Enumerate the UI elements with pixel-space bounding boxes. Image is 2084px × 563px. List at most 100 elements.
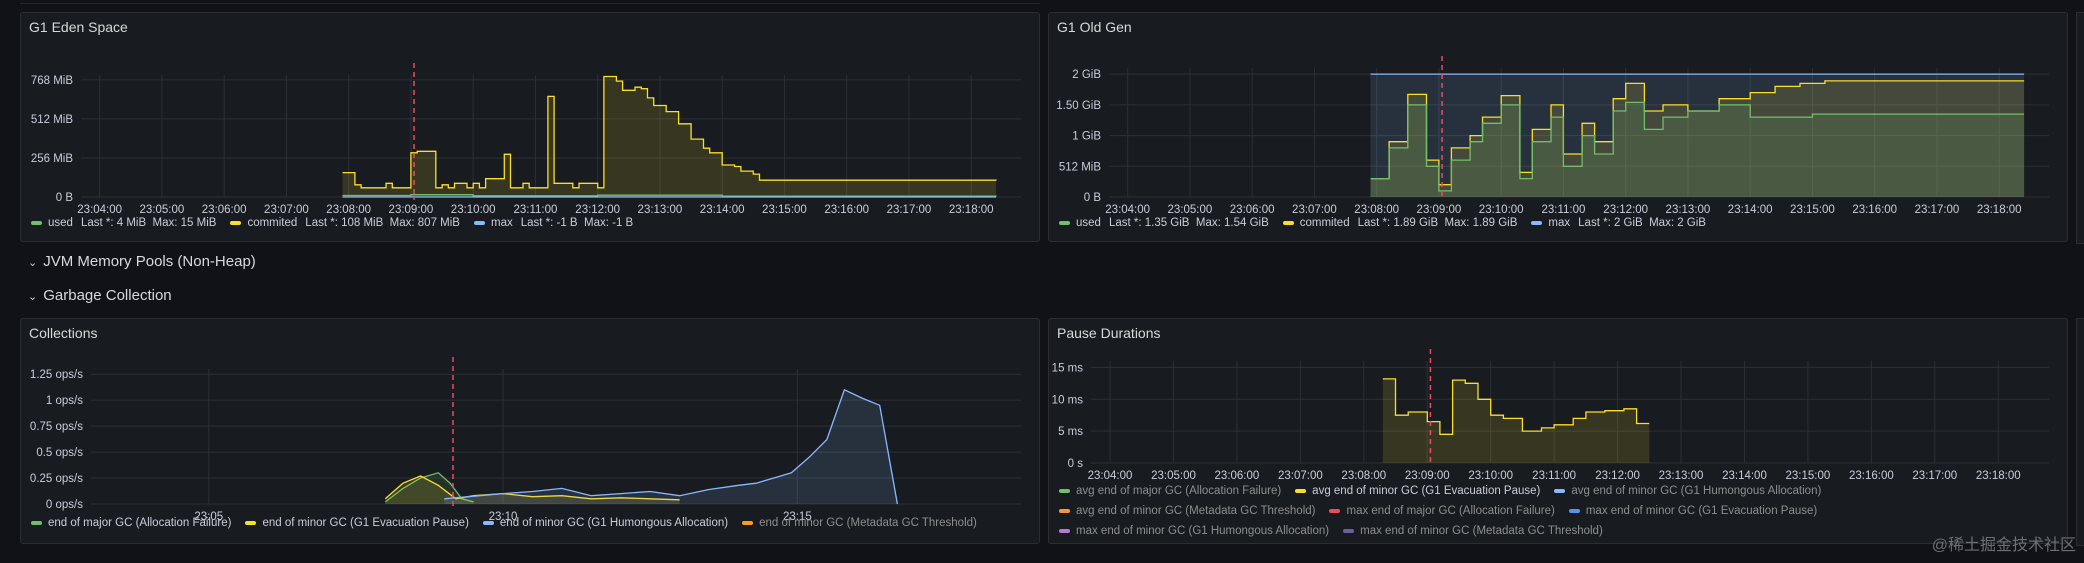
watermark: @稀土掘金技术社区 (1931, 537, 2076, 554)
legend-label: commited (1299, 217, 1350, 229)
x-tick-label: 23:16:00 (1849, 470, 1894, 482)
y-tick-label: 0 s (1068, 458, 1084, 470)
legend-stats: Last *: 108 MiB Max: 807 MiB (305, 217, 460, 229)
legend-label: commited (247, 217, 298, 229)
offscreen-panel-edge (2076, 318, 2084, 546)
legend-swatch (473, 220, 485, 225)
legend-label: max end of minor GC (G1 Evacuation Pause… (1585, 505, 1818, 517)
x-tick-label: 23:14:00 (700, 204, 745, 216)
legend-label: max end of minor GC (G1 Humongous Alloca… (1076, 525, 1330, 537)
row-jvm-memory-pools-non-heap[interactable]: ⌄ JVM Memory Pools (Non-Heap) (28, 253, 256, 270)
legend-item[interactable]: avg end of major GC (Allocation Failure) (1059, 481, 1281, 501)
legend-item[interactable]: end of minor GC (G1 Evacuation Pause) (245, 517, 469, 529)
legend-swatch (1329, 508, 1341, 513)
legend-item[interactable]: max end of minor GC (Metadata GC Thresho… (1343, 521, 1603, 541)
series-area (444, 389, 898, 504)
x-tick-label: 23:09:00 (389, 204, 434, 216)
legend-item[interactable]: max end of minor GC (G1 Humongous Alloca… (1059, 521, 1329, 541)
eden-legend: used Last *: 4 MiB Max: 15 MiB commited Las… (31, 217, 647, 229)
legend-stats: Last *: -1 B Max: -1 B (520, 217, 634, 229)
legend-item[interactable]: end of minor GC (G1 Humongous Allocation… (482, 517, 728, 529)
series-area (1382, 378, 1650, 463)
x-tick-label: 23:06:00 (202, 204, 247, 216)
legend-swatch (1282, 220, 1294, 225)
y-tick-label: 0 B (1084, 192, 1102, 204)
legend-item[interactable]: end of minor GC (Metadata GC Threshold) (742, 517, 977, 529)
legend-label: used (48, 217, 73, 229)
chevron-down-icon: ⌄ (28, 257, 38, 269)
legend-stats: Last *: 2 GiB Max: 2 GiB (1578, 217, 1706, 229)
y-tick-label: 0.5 ops/s (36, 447, 83, 459)
legend-item[interactable]: max end of major GC (Allocation Failure) (1329, 501, 1555, 521)
x-tick-label: 23:11:00 (1541, 204, 1585, 216)
x-tick-label: 23:15:00 (1790, 204, 1835, 216)
legend-swatch (1343, 528, 1355, 533)
legend-stats: Last *: 4 MiB Max: 15 MiB (80, 217, 217, 229)
x-tick-label: 23:18:00 (1976, 470, 2021, 482)
x-tick-label: 23:07:00 (264, 204, 309, 216)
panel-g1-eden-space[interactable]: G1 Eden Space 768 MiB 512 MiB 256 MiB 0 B 23… (20, 12, 1040, 242)
legend-item[interactable]: end of major GC (Allocation Failure) (31, 517, 231, 529)
y-tick-label: 512 MiB (1059, 161, 1102, 173)
legend-swatch (1059, 508, 1070, 513)
legend-item[interactable]: used Last *: 1.35 GiB Max: 1.54 GiB (1059, 217, 1269, 229)
legend-item[interactable]: used Last *: 4 MiB Max: 15 MiB (31, 217, 216, 229)
panel-g1-old-gen[interactable]: G1 Old Gen 2 GiB 1.50 GiB 1 GiB 512 MiB 0 B2… (1048, 12, 2068, 242)
legend-label: max end of minor GC (Metadata GC Thresho… (1360, 525, 1603, 537)
legend-label: avg end of minor GC (G1 Humongous Alloca… (1571, 485, 1822, 497)
x-tick-label: 23:04:00 (77, 204, 122, 216)
panel-pause-durations[interactable]: Pause Durations 15 ms 10 ms 5 ms 0 s 23:04:0… (1048, 318, 2068, 544)
x-tick-label: 23:08:00 (326, 204, 371, 216)
legend-stats: Last *: 1.35 GiB Max: 1.54 GiB (1108, 217, 1269, 229)
legend-swatch (1531, 220, 1543, 225)
panel-collections[interactable]: Collections 1.25 ops/s 1 ops/s 0.75 ops/s 0… (20, 318, 1040, 544)
y-tick-label: 1.50 GiB (1056, 100, 1101, 112)
x-tick-label: 23:04:00 (1105, 204, 1150, 216)
legend-item[interactable]: commited Last *: 108 MiB Max: 807 MiB (230, 217, 460, 229)
legend-item[interactable]: max end of minor GC (G1 Evacuation Pause… (1568, 501, 1818, 521)
x-tick-label: 23:13:00 (638, 204, 683, 216)
x-tick-label: 23:08:00 (1354, 204, 1399, 216)
legend-row: avg end of major GC (Allocation Failure)… (1059, 481, 1835, 501)
row-garbage-collection[interactable]: ⌄ Garbage Collection (28, 287, 172, 304)
oldgen-legend: used Last *: 1.35 GiB Max: 1.54 GiB commit… (1059, 217, 1720, 229)
y-tick-label: 1.25 ops/s (30, 369, 83, 381)
legend-swatch (1554, 488, 1566, 493)
legend-swatch (1059, 220, 1070, 225)
legend-label: max end of major GC (Allocation Failure) (1346, 505, 1555, 517)
series-area (342, 76, 997, 197)
x-tick-label: 23:09:00 (1417, 204, 1462, 216)
legend-label: avg end of minor GC (Metadata GC Thresho… (1076, 505, 1316, 517)
y-tick-label: 0.75 ops/s (30, 421, 83, 433)
legend-item[interactable]: avg end of minor GC (Metadata GC Thresho… (1059, 501, 1315, 521)
y-tick-label: 1 GiB (1072, 131, 1101, 143)
legend-item[interactable]: max Last *: 2 GiB Max: 2 GiB (1531, 217, 1706, 229)
legend-label: end of major GC (Allocation Failure) (48, 517, 232, 529)
legend-label: avg end of minor GC (G1 Evacuation Pause… (1312, 485, 1541, 497)
offscreen-panel-edge (2076, 12, 2084, 244)
legend-swatch (1295, 488, 1307, 493)
collections-chart[interactable]: 1.25 ops/s 1 ops/s 0.75 ops/s 0.5 ops/s 0.25… (21, 319, 1040, 544)
x-tick-label: 23:10:00 (451, 204, 496, 216)
legend-swatch (1059, 528, 1070, 533)
pause-legend: avg end of major GC (Allocation Failure)… (1059, 481, 1835, 541)
legend-label: end of minor GC (Metadata GC Threshold) (759, 517, 977, 529)
x-tick-label: 23:10:00 (1479, 204, 1524, 216)
legend-item[interactable]: avg end of minor GC (G1 Humongous Alloca… (1554, 481, 1821, 501)
legend-item[interactable]: commited Last *: 1.89 GiB Max: 1.89 GiB (1282, 217, 1517, 229)
legend-label: max (1548, 217, 1571, 229)
legend-item[interactable]: avg end of minor GC (G1 Evacuation Pause… (1295, 481, 1540, 501)
legend-row: max end of minor GC (G1 Humongous Alloca… (1059, 521, 1835, 541)
x-tick-label: 23:17:00 (887, 204, 932, 216)
x-tick-label: 23:07:00 (1292, 204, 1337, 216)
top-divider (0, 0, 2084, 10)
y-tick-label: 5 ms (1058, 426, 1083, 438)
eden-chart[interactable]: 768 MiB 512 MiB 256 MiB 0 B23:04:00 23:05:00… (21, 13, 1040, 242)
legend-item[interactable]: max Last *: -1 B Max: -1 B (473, 217, 634, 229)
oldgen-chart[interactable]: 2 GiB 1.50 GiB 1 GiB 512 MiB 0 B23:04:00 23:0… (1049, 13, 2068, 242)
x-tick-label: 23:06:00 (1230, 204, 1275, 216)
x-tick-label: 23:11:00 (513, 204, 557, 216)
x-tick-label: 23:15:00 (762, 204, 807, 216)
y-tick-label: 256 MiB (31, 153, 74, 165)
y-tick-label: 2 GiB (1072, 69, 1101, 81)
